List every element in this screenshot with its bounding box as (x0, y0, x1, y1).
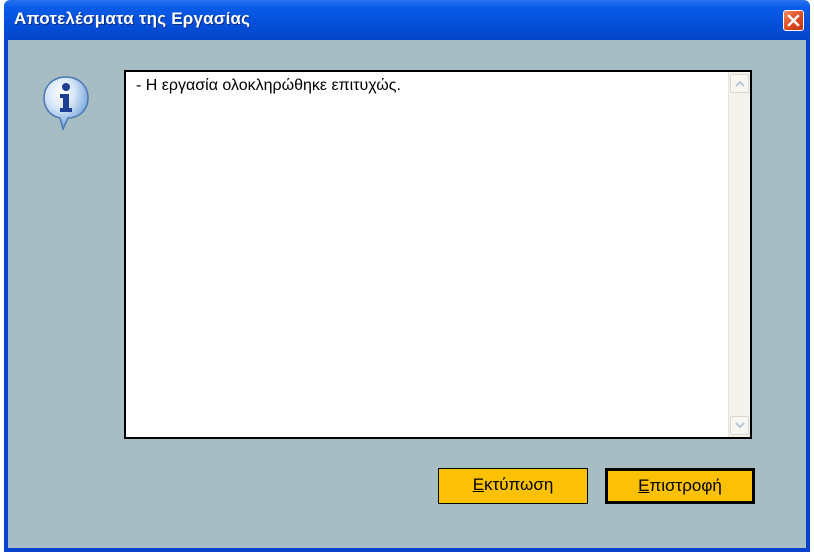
scroll-up-button[interactable] (730, 74, 749, 93)
window-title: Αποτελέσματα της Εργασίας (14, 9, 251, 28)
results-textbox[interactable]: - Η εργασία ολοκληρώθηκε επιτυχώς. (124, 70, 752, 439)
chevron-down-icon (735, 422, 745, 429)
title-bar[interactable]: Αποτελέσματα της Εργασίας (4, 0, 810, 40)
return-button[interactable]: Επιστροφή (605, 468, 755, 504)
vertical-scrollbar[interactable] (728, 72, 750, 437)
return-label: πιστροφή (649, 476, 722, 495)
results-dialog: Αποτελέσματα της Εργασίας - Η εργασία ολ… (4, 0, 810, 552)
return-accelerator: Ε (638, 476, 650, 495)
print-accelerator: Ε (472, 475, 485, 494)
print-button[interactable]: Εκτύπωση (438, 468, 588, 504)
chevron-up-icon (735, 80, 745, 87)
results-message: - Η εργασία ολοκληρώθηκε επιτυχώς. (136, 77, 401, 94)
close-button[interactable] (783, 10, 804, 31)
info-icon (43, 76, 89, 131)
close-icon (787, 14, 800, 27)
scroll-down-button[interactable] (730, 416, 749, 435)
print-label: κτύπωση (484, 475, 554, 494)
